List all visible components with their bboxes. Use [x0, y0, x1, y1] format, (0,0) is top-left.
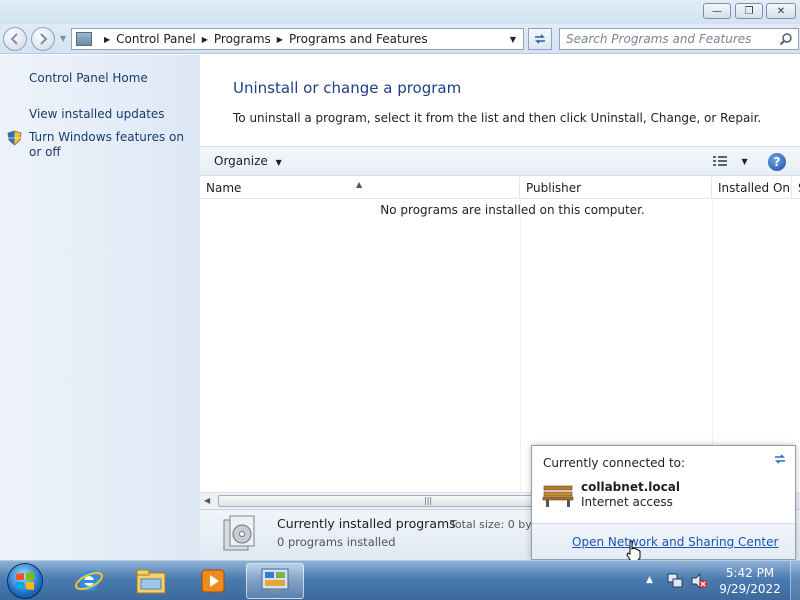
refresh-button[interactable] [528, 28, 552, 50]
control-panel-icon [261, 568, 289, 593]
control-panel-icon [76, 32, 92, 46]
clock-time: 5:42 PM [725, 566, 775, 580]
taskbar-media-player[interactable] [184, 563, 242, 599]
command-toolbar: Organize ▼ ▼ ? [200, 146, 800, 176]
flyout-footer: Open Network and Sharing Center [532, 523, 795, 559]
minimize-button[interactable]: — [703, 3, 731, 19]
sort-ascending-icon: ▲ [356, 180, 363, 189]
details-title: Currently installed programs [277, 516, 456, 531]
chevron-down-icon: ▼ [275, 158, 282, 167]
chevron-right-icon[interactable]: ▶ [277, 35, 283, 44]
back-button[interactable] [3, 27, 27, 51]
internet-explorer-icon [75, 571, 103, 591]
address-bar[interactable]: ▶ Control Panel ▶ Programs ▶ Programs an… [71, 28, 524, 50]
hand-pointer-icon [626, 540, 641, 562]
refresh-icon [535, 34, 545, 44]
media-player-icon [201, 569, 225, 593]
network-name: collabnet.local [581, 480, 680, 494]
taskbar: ▲ 5:42 PM 9/29/2022 [0, 560, 800, 600]
clock-date: 9/29/2022 [719, 582, 781, 596]
show-hidden-icons-icon[interactable]: ▲ [646, 575, 653, 585]
back-arrow-icon [10, 33, 18, 45]
recent-pages-chevron-icon[interactable]: ▼ [60, 34, 66, 43]
breadcrumb-control-panel[interactable]: Control Panel [116, 32, 196, 46]
change-view-button[interactable]: ▼ [712, 154, 752, 170]
windows-explorer-icon [136, 569, 166, 594]
taskbar-control-panel[interactable] [246, 563, 304, 599]
scroll-left-icon[interactable]: ◀ [204, 496, 210, 505]
scrollbar-grip-icon: ||| [424, 496, 433, 505]
taskbar-internet-explorer[interactable] [60, 563, 118, 599]
details-view-icon [713, 156, 727, 166]
breadcrumb-programs-and-features[interactable]: Programs and Features [289, 32, 428, 46]
forward-arrow-icon [40, 33, 48, 45]
window-titlebar: — ❐ ✕ [0, 0, 800, 24]
control-panel-home-link[interactable]: Control Panel Home [29, 71, 194, 86]
windows-features-link[interactable]: Turn Windows features on or off [29, 130, 194, 160]
network-tray-icon[interactable] [666, 572, 684, 590]
total-size: Total size: 0 byt [450, 518, 537, 531]
maximize-button[interactable]: ❐ [735, 3, 763, 19]
search-input[interactable]: Search Programs and Features [559, 28, 799, 50]
program-count: 0 programs installed [277, 535, 396, 549]
open-network-sharing-center-link[interactable]: Open Network and Sharing Center [572, 535, 778, 549]
organize-button[interactable]: Organize ▼ [214, 154, 282, 168]
help-button[interactable]: ? [768, 153, 786, 171]
chevron-down-icon: ▼ [741, 157, 748, 166]
column-name-label: Name [206, 181, 242, 195]
chevron-right-icon[interactable]: ▶ [202, 35, 208, 44]
column-header-size[interactable]: S [792, 177, 800, 199]
park-bench-network-icon [542, 485, 574, 507]
column-publisher-label: Publisher [526, 181, 582, 195]
page-title: Uninstall or change a program [233, 79, 462, 97]
start-button[interactable] [7, 563, 43, 599]
column-header-name[interactable]: Name ▲ [200, 177, 520, 199]
column-header-publisher[interactable]: Publisher [520, 177, 712, 199]
close-button[interactable]: ✕ [766, 3, 796, 19]
network-access-status: Internet access [581, 495, 673, 509]
taskbar-windows-explorer[interactable] [122, 563, 180, 599]
organize-label: Organize [214, 154, 268, 168]
system-clock[interactable]: 5:42 PM 9/29/2022 [715, 565, 785, 597]
show-desktop-button[interactable] [790, 561, 800, 600]
volume-muted-icon[interactable] [690, 572, 708, 590]
view-installed-updates-link[interactable]: View installed updates [29, 107, 194, 122]
column-divider [520, 199, 521, 492]
breadcrumb-programs[interactable]: Programs [214, 32, 271, 46]
address-dropdown-icon[interactable]: ▼ [505, 29, 521, 49]
connected-to-heading: Currently connected to: [543, 456, 686, 470]
column-header-installed-on[interactable]: Installed On [712, 177, 792, 199]
minimize-icon: — [712, 5, 722, 17]
close-icon: ✕ [776, 5, 786, 17]
refresh-icon[interactable] [773, 452, 787, 466]
search-icon[interactable] [779, 32, 793, 46]
windows-logo-icon [16, 572, 34, 590]
uac-shield-icon [7, 130, 22, 146]
navigation-bar: ▼ ▶ Control Panel ▶ Programs ▶ Programs … [0, 24, 800, 54]
forward-button[interactable] [31, 27, 55, 51]
help-icon: ? [773, 155, 781, 169]
search-placeholder: Search Programs and Features [566, 32, 752, 46]
column-installed-on-label: Installed On [718, 181, 790, 195]
page-description: To uninstall a program, select it from t… [233, 111, 762, 125]
network-flyout: Currently connected to: collabnet.local … [531, 445, 796, 560]
chevron-right-icon[interactable]: ▶ [104, 35, 110, 44]
maximize-icon: ❐ [744, 5, 754, 17]
column-header-row: Name ▲ Publisher Installed On S [200, 177, 800, 199]
empty-list-message: No programs are installed on this comput… [380, 203, 645, 217]
installed-programs-icon [223, 515, 255, 551]
tasks-sidebar: Control Panel Home View installed update… [0, 55, 200, 560]
